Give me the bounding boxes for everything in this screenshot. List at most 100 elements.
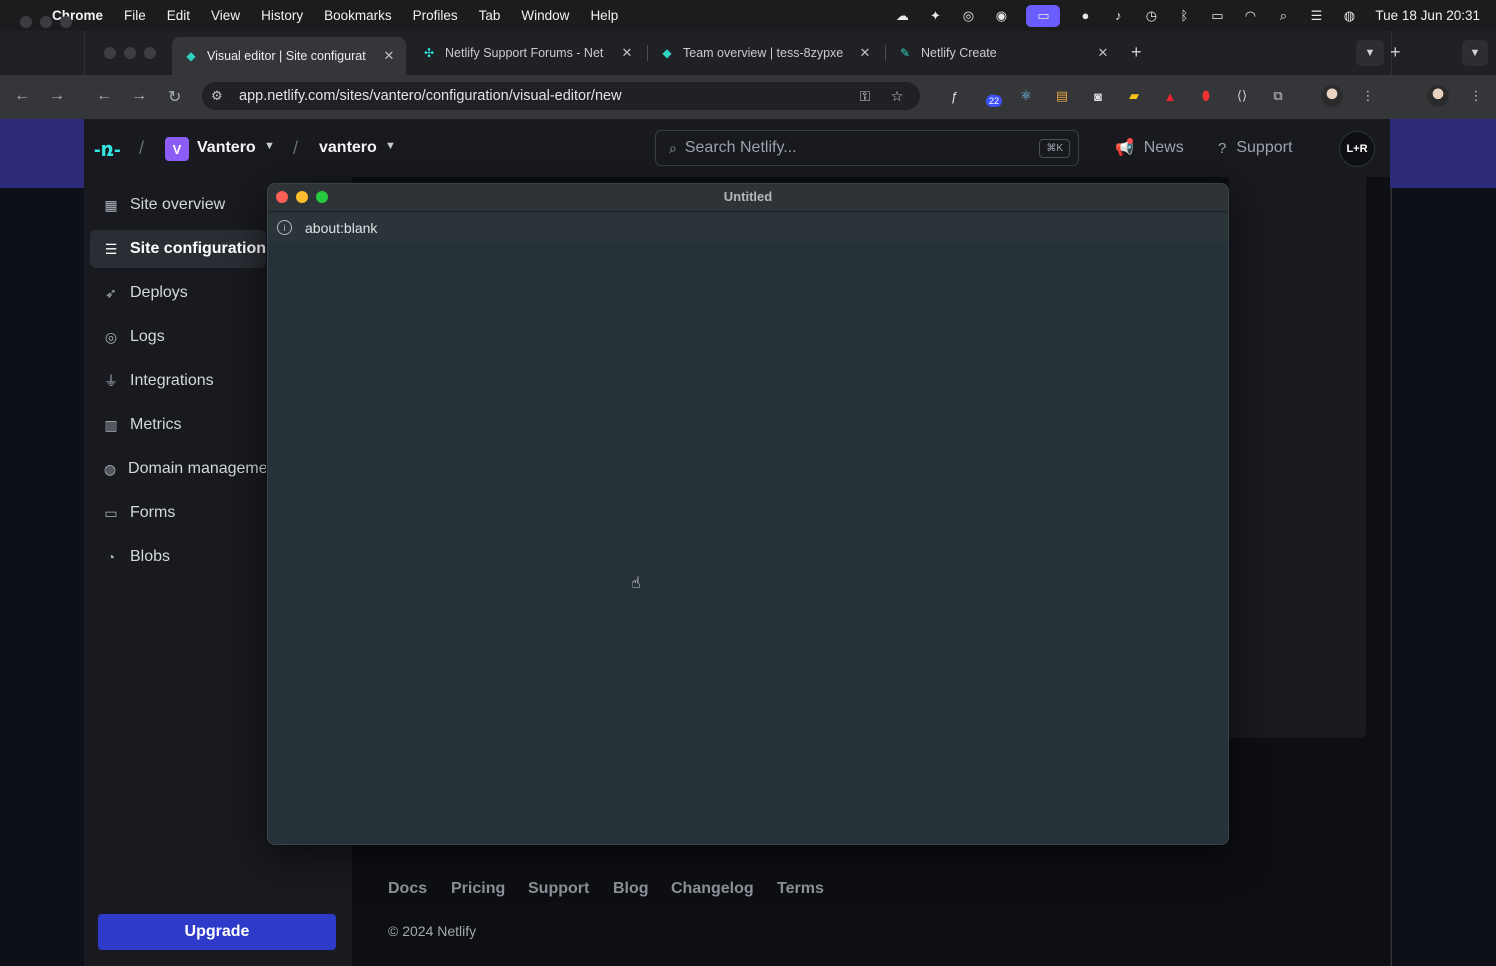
triangle-extension-icon[interactable]: ▲ [1160, 86, 1180, 106]
bookmark-star-icon[interactable]: ☆ [888, 88, 906, 105]
sidebar-item-domain-management[interactable]: ◍ Domain management [90, 450, 266, 488]
support-link[interactable]: ? Support [1218, 139, 1292, 157]
sidebar-item-deploys[interactable]: ➶ Deploys [90, 274, 266, 312]
menu-view[interactable]: View [211, 8, 240, 23]
react-devtools-icon[interactable]: ⚛ [1016, 86, 1036, 106]
footer-link-changelog[interactable]: Changelog [671, 880, 754, 898]
popup-window[interactable]: Untitled i about:blank [267, 183, 1229, 845]
minimize-window-button[interactable] [124, 47, 136, 59]
plug-icon: ⏚ [104, 373, 118, 389]
team-avatar[interactable]: V [165, 137, 189, 161]
battery-icon[interactable]: ▭ [1209, 8, 1225, 24]
record-icon[interactable]: ◉ [993, 8, 1009, 24]
tab-close-icon[interactable]: ✕ [620, 45, 634, 61]
butterfly-icon[interactable]: ✦ [927, 8, 943, 24]
tab-netlify-create[interactable]: ✎ Netlify Create ✕ [886, 37, 1120, 69]
code-extension-icon[interactable]: ⟨⟩ [1232, 86, 1252, 106]
background-new-tab-button[interactable]: + [1390, 42, 1401, 63]
user-avatar[interactable]: L+R [1339, 131, 1375, 167]
forward-icon[interactable]: → [131, 87, 147, 105]
time-machine-icon[interactable]: ◷ [1143, 8, 1159, 24]
search-input[interactable]: ⌕ Search Netlify... ⌘K [655, 130, 1079, 166]
address-bar[interactable]: ⚙ app.netlify.com/sites/vantero/configur… [202, 82, 920, 110]
breadcrumb-separator: / [139, 138, 145, 158]
close-window-button[interactable] [104, 47, 116, 59]
sidebar-item-integrations[interactable]: ⏚ Integrations [90, 362, 266, 400]
menu-bookmarks[interactable]: Bookmarks [324, 8, 392, 23]
css-extension-icon[interactable]: ▤ [1052, 86, 1072, 106]
background-back-icon[interactable]: ← [14, 87, 30, 105]
sidebar-item-logs[interactable]: ◎ Logs [90, 318, 266, 356]
menu-edit[interactable]: Edit [167, 8, 190, 23]
sidebar-item-site-configuration[interactable]: ☰ Site configuration [90, 230, 266, 268]
menu-help[interactable]: Help [590, 8, 618, 23]
yellow-extension-icon[interactable]: ▰ [1124, 86, 1144, 106]
tab-close-icon[interactable]: ✕ [1096, 45, 1110, 61]
search-shortcut-hint: ⌘K [1039, 138, 1070, 158]
background-chrome-menu-icon[interactable]: ⋮ [1466, 86, 1486, 106]
notification-icon[interactable]: ● [1077, 8, 1093, 24]
tab-title: Netlify Create [921, 46, 997, 60]
tab-close-icon[interactable]: ✕ [382, 48, 396, 64]
wifi-icon[interactable]: ◠ [1242, 8, 1258, 24]
screen-share-icon[interactable]: ▭ [1026, 4, 1061, 27]
sidebar-item-metrics[interactable]: ▥ Metrics [90, 406, 266, 444]
site-switcher[interactable]: vantero [319, 139, 377, 157]
cloud-sync-icon[interactable]: ☁ [894, 8, 910, 24]
chrome-menu-icon[interactable]: ⋮ [1358, 86, 1378, 106]
menu-tab[interactable]: Tab [479, 8, 501, 23]
tab-support-forums[interactable]: ✣ Netlify Support Forums - Net ✕ [410, 37, 644, 69]
menu-profiles[interactable]: Profiles [413, 8, 458, 23]
chatgpt-icon[interactable]: ◎ [960, 8, 976, 24]
footer-link-pricing[interactable]: Pricing [451, 880, 505, 898]
footer-link-support[interactable]: Support [528, 880, 589, 898]
footer-link-blog[interactable]: Blog [613, 880, 649, 898]
new-tab-button[interactable]: + [1131, 42, 1142, 63]
site-settings-icon[interactable]: ⚙ [211, 88, 229, 104]
menu-file[interactable]: File [124, 8, 146, 23]
control-center-icon[interactable]: ☰ [1308, 8, 1324, 24]
upgrade-button[interactable]: Upgrade [98, 914, 336, 950]
chevron-down-icon[interactable]: ▼ [264, 140, 275, 152]
password-key-icon[interactable]: ⚿ [856, 88, 874, 105]
netlify-create-favicon-icon: ✎ [899, 46, 911, 60]
sidebar-item-label: Site overview [130, 196, 226, 213]
news-link[interactable]: 📢 News [1115, 139, 1184, 157]
menubar-clock[interactable]: Tue 18 Jun 20:31 [1375, 8, 1480, 23]
bluetooth-icon[interactable]: ᛒ [1176, 8, 1192, 24]
address-bar-url[interactable]: app.netlify.com/sites/vantero/configurat… [239, 88, 856, 104]
red-extension-icon[interactable]: ⬮ [1196, 86, 1216, 106]
volume-icon[interactable]: ♪ [1110, 8, 1126, 24]
background-profile-avatar[interactable] [1427, 85, 1449, 107]
siri-icon[interactable]: ◍ [1341, 8, 1357, 24]
sidebar-item-site-overview[interactable]: ▦ Site overview [90, 186, 266, 224]
zoom-window-button[interactable] [144, 47, 156, 59]
tab-search-dropdown-icon[interactable]: ▼ [1356, 40, 1384, 66]
team-switcher[interactable]: Vantero [197, 139, 256, 157]
camera-extension-icon[interactable]: ◙ [1088, 86, 1108, 106]
info-icon[interactable]: i [277, 220, 292, 235]
sidebar-item-forms[interactable]: ▭ Forms [90, 494, 266, 532]
back-icon[interactable]: ← [96, 87, 112, 105]
netlify-logo-icon[interactable]: -ռ- [94, 137, 121, 162]
menu-history[interactable]: History [261, 8, 303, 23]
menu-window[interactable]: Window [521, 8, 569, 23]
profile-avatar[interactable] [1321, 85, 1343, 107]
popup-title: Untitled [723, 189, 773, 204]
background-forward-icon[interactable]: → [49, 87, 65, 105]
extensions-puzzle-icon[interactable]: ⧉ [1268, 86, 1288, 106]
tab-visual-editor[interactable]: ◆ Visual editor | Site configurat ✕ [172, 37, 406, 75]
function-extension-icon[interactable]: ƒ [944, 86, 964, 106]
spotlight-search-icon[interactable]: ⌕ [1275, 8, 1291, 24]
chevron-down-icon[interactable]: ▼ [385, 140, 396, 152]
footer-link-docs[interactable]: Docs [388, 880, 427, 898]
footer-link-terms[interactable]: Terms [777, 880, 824, 898]
background-tab-dropdown-icon[interactable]: ▼ [1462, 40, 1488, 66]
search-placeholder: Search Netlify... [684, 139, 797, 156]
tab-close-icon[interactable]: ✕ [858, 45, 872, 61]
window-controls [104, 47, 156, 59]
reload-icon[interactable]: ↻ [168, 87, 181, 107]
sidebar-item-blobs[interactable]: ◔ Blobs [90, 538, 266, 576]
tab-team-overview[interactable]: ◆ Team overview | tess-8zypxe ✕ [648, 37, 882, 69]
popup-titlebar[interactable]: Untitled [268, 184, 1228, 212]
